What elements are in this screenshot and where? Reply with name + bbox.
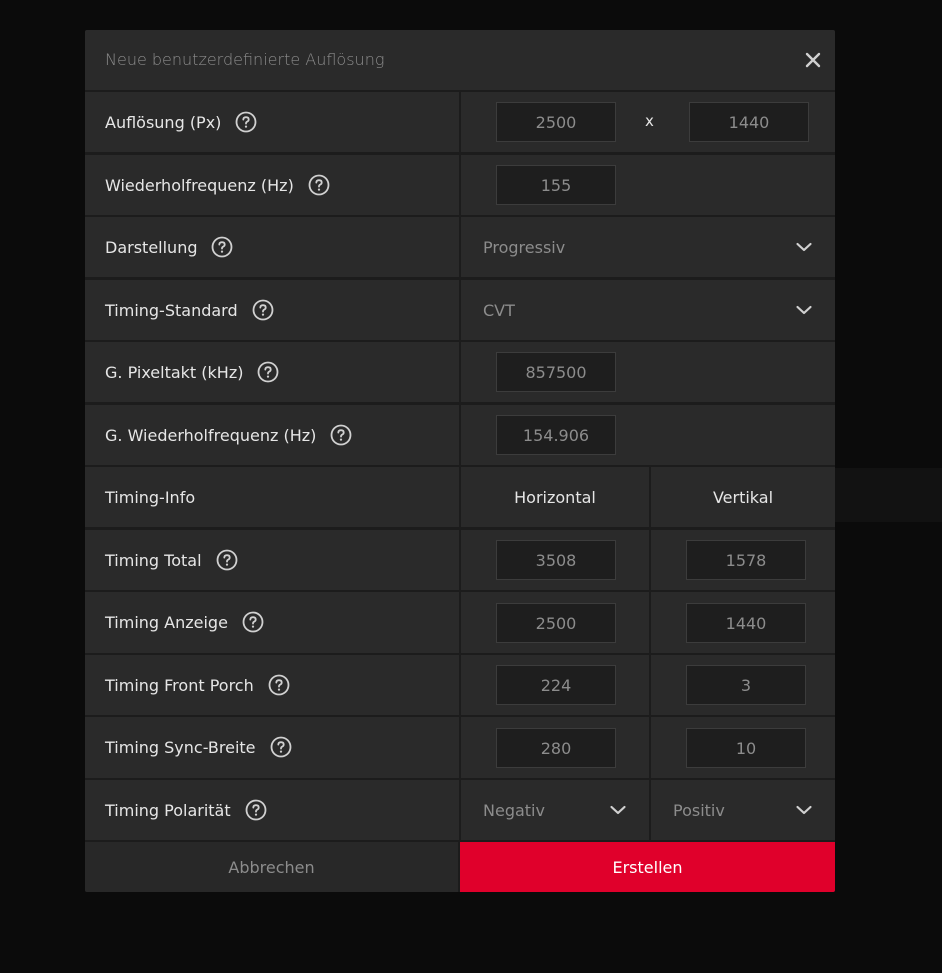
timing-total-h-input[interactable]: 3508 — [496, 540, 616, 580]
vertical-column-header: Vertikal — [651, 467, 835, 527]
cancel-button[interactable]: Abbrechen — [85, 842, 458, 892]
front-porch-v-input[interactable]: 3 — [686, 665, 806, 705]
row-sync-width-label-cell: Timing Sync-Breite — [85, 717, 459, 778]
help-icon[interactable] — [270, 736, 292, 758]
g-refresh-input[interactable]: 154.906 — [496, 415, 616, 455]
timing-total-label: Timing Total — [105, 550, 202, 570]
help-icon[interactable] — [245, 799, 267, 821]
row-refresh-label-cell: Wiederholfrequenz (Hz) — [85, 155, 459, 215]
refresh-input[interactable]: 155 — [496, 165, 616, 205]
pixel-clock-label: G. Pixeltakt (kHz) — [105, 362, 244, 382]
resolution-height-input[interactable]: 1440 — [689, 102, 809, 142]
help-icon[interactable] — [308, 174, 330, 196]
row-timing-info-label-cell: Timing-Info — [85, 467, 459, 527]
polarity-label: Timing Polarität — [105, 800, 231, 820]
background-panel — [835, 468, 942, 522]
close-icon — [805, 52, 821, 68]
custom-resolution-dialog: Neue benutzerdefinierte Auflösung Auflös… — [85, 30, 835, 892]
pixel-clock-input[interactable]: 857500 — [496, 352, 616, 392]
dialog-title-bar: Neue benutzerdefinierte Auflösung — [85, 30, 835, 90]
dialog-title: Neue benutzerdefinierte Auflösung — [105, 50, 385, 69]
polarity-h-select[interactable]: Negativ — [461, 780, 649, 840]
polarity-v-value: Positiv — [673, 800, 725, 820]
row-g-refresh-label-cell: G. Wiederholfrequenz (Hz) — [85, 405, 459, 465]
timing-total-v-input[interactable]: 1578 — [686, 540, 806, 580]
row-front-porch-label-cell: Timing Front Porch — [85, 655, 459, 715]
front-porch-h-input[interactable]: 224 — [496, 665, 616, 705]
timing-standard-select-value: CVT — [483, 300, 515, 320]
refresh-label: Wiederholfrequenz (Hz) — [105, 175, 294, 195]
close-button[interactable] — [801, 48, 825, 72]
row-resolution-label-cell: Auflösung (Px) — [85, 92, 459, 152]
help-icon[interactable] — [257, 361, 279, 383]
row-pixel-clock-label-cell: G. Pixeltakt (kHz) — [85, 342, 459, 402]
resolution-separator: x — [645, 112, 654, 130]
row-timing-standard-label-cell: Timing-Standard — [85, 280, 459, 340]
display-label: Darstellung — [105, 237, 198, 257]
sync-width-h-input[interactable]: 280 — [496, 728, 616, 768]
create-button[interactable]: Erstellen — [460, 842, 835, 892]
row-polarity-label-cell: Timing Polarität — [85, 780, 459, 840]
display-select-value: Progressiv — [483, 237, 566, 257]
polarity-h-value: Negativ — [483, 800, 545, 820]
sync-width-v-input[interactable]: 10 — [686, 728, 806, 768]
g-refresh-label: G. Wiederholfrequenz (Hz) — [105, 425, 317, 445]
chevron-down-icon — [796, 305, 812, 315]
timing-info-label: Timing-Info — [105, 487, 196, 507]
help-icon[interactable] — [216, 549, 238, 571]
timing-display-h-input[interactable]: 2500 — [496, 603, 616, 643]
chevron-down-icon — [610, 805, 626, 815]
front-porch-label: Timing Front Porch — [105, 675, 254, 695]
help-icon[interactable] — [235, 111, 257, 133]
timing-standard-select[interactable]: CVT — [461, 280, 835, 340]
help-icon[interactable] — [252, 299, 274, 321]
chevron-down-icon — [796, 242, 812, 252]
horizontal-column-header: Horizontal — [461, 467, 649, 527]
resolution-width-input[interactable]: 2500 — [496, 102, 616, 142]
row-display-label-cell: Darstellung — [85, 217, 459, 277]
help-icon[interactable] — [330, 424, 352, 446]
polarity-v-select[interactable]: Positiv — [651, 780, 835, 840]
help-icon[interactable] — [211, 236, 233, 258]
sync-width-label: Timing Sync-Breite — [105, 737, 256, 757]
timing-display-label: Timing Anzeige — [105, 612, 228, 632]
row-timing-display-label-cell: Timing Anzeige — [85, 592, 459, 653]
display-select[interactable]: Progressiv — [461, 217, 835, 277]
resolution-label: Auflösung (Px) — [105, 112, 222, 132]
chevron-down-icon — [796, 805, 812, 815]
help-icon[interactable] — [242, 611, 264, 633]
timing-standard-label: Timing-Standard — [105, 300, 238, 320]
row-timing-total-label-cell: Timing Total — [85, 530, 459, 590]
help-icon[interactable] — [268, 674, 290, 696]
timing-display-v-input[interactable]: 1440 — [686, 603, 806, 643]
